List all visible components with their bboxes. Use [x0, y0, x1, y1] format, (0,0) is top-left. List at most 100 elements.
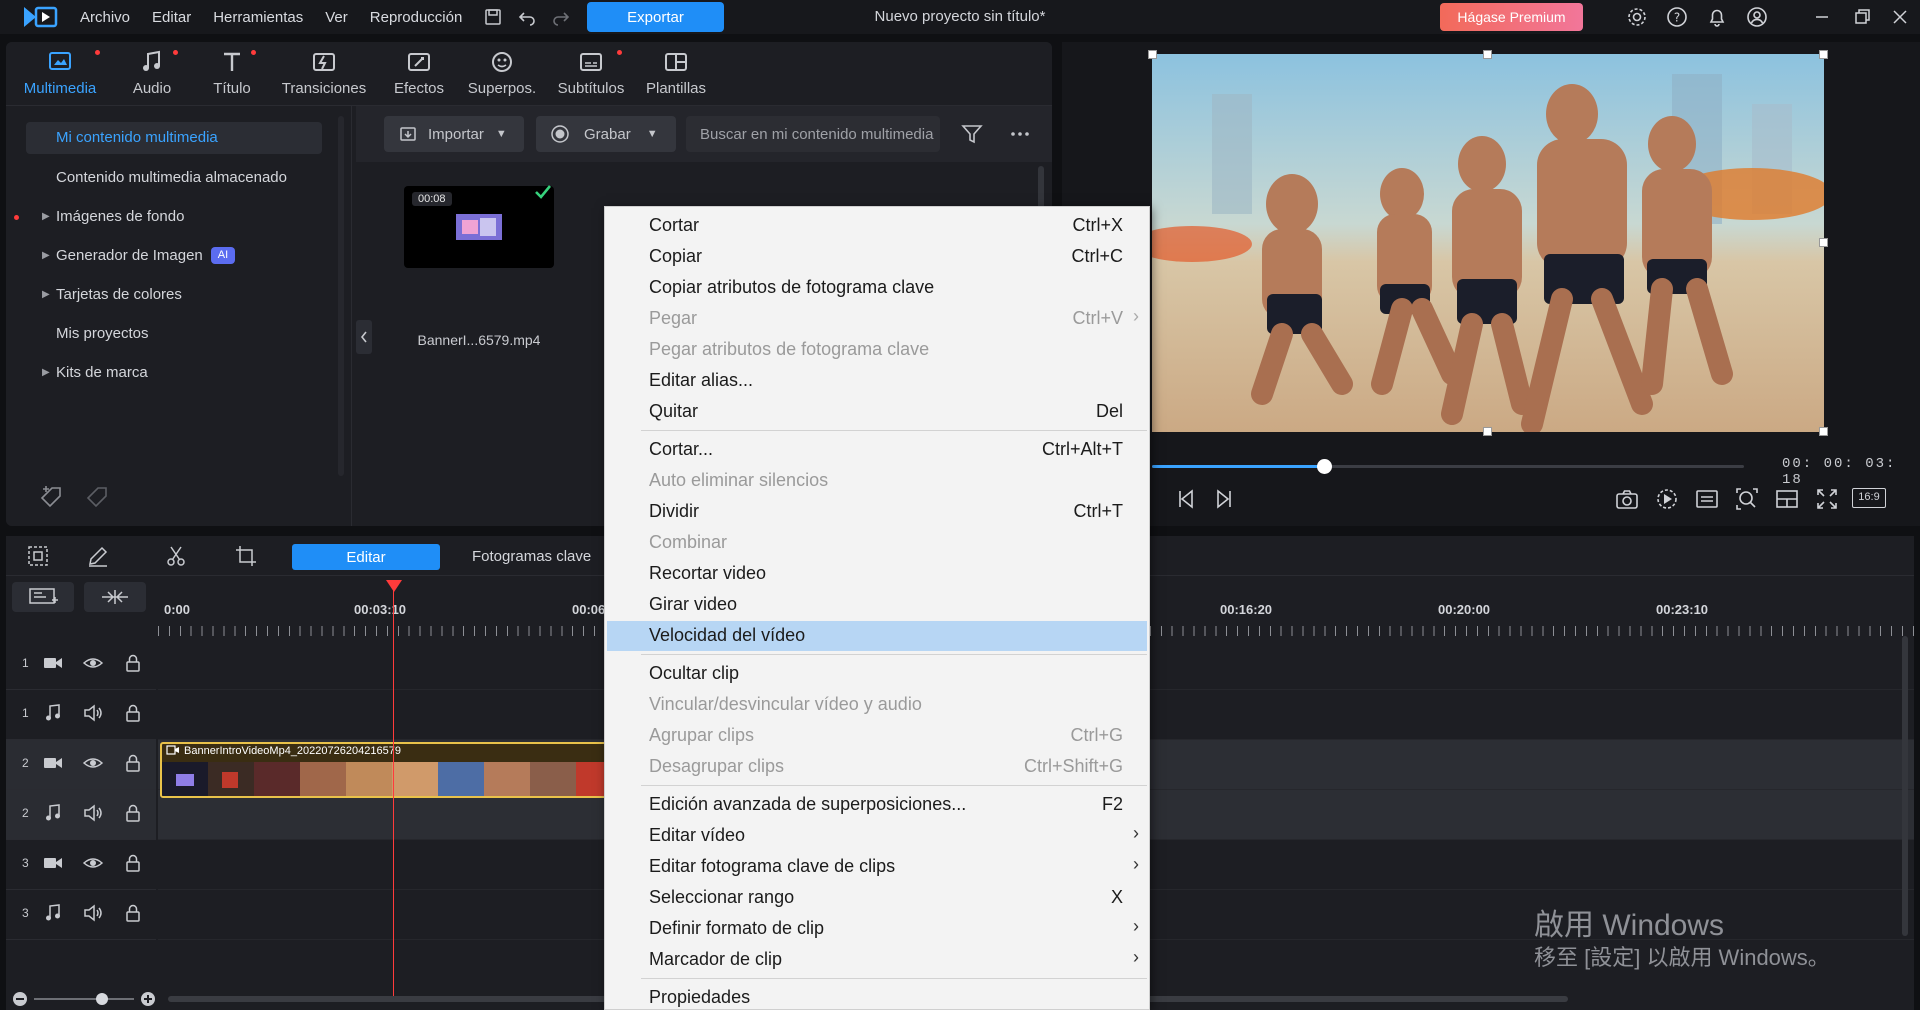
previous-frame-icon[interactable]	[1172, 486, 1198, 512]
tab-efectos[interactable]: Efectos	[380, 48, 458, 102]
playback-seek-bar[interactable]	[1152, 459, 1744, 474]
sidebar-item-imagenes-fondo[interactable]: ▶ Imágenes de fondo	[14, 201, 322, 233]
menu-item-editar-video[interactable]: Editar vídeo ›	[607, 821, 1147, 851]
speaker-volume-icon[interactable]	[82, 802, 104, 824]
subtitle-display-icon[interactable]	[1694, 486, 1720, 512]
layout-grid-icon[interactable]	[1774, 486, 1800, 512]
resize-handle[interactable]	[1483, 427, 1492, 436]
timeline-video-clip[interactable]: BannerIntroVideoMp4_20220726204216579	[160, 742, 620, 798]
menu-item-vincular-audio[interactable]: Vincular/desvincular vídeo y audio	[607, 690, 1147, 720]
tab-titulo[interactable]: Título	[198, 48, 266, 102]
tab-subtitulos[interactable]: Subtítulos	[550, 48, 632, 102]
aspect-ratio-button[interactable]: 16:9	[1852, 488, 1886, 508]
resize-handle[interactable]	[1819, 50, 1828, 59]
redo-icon[interactable]	[550, 6, 572, 28]
minimize-window-icon[interactable]	[1812, 7, 1832, 27]
seek-knob[interactable]	[1316, 459, 1332, 474]
notification-bell-icon[interactable]	[1706, 6, 1728, 28]
sidebar-item-mis-proyectos[interactable]: Mis proyectos	[26, 318, 322, 350]
save-icon[interactable]	[482, 6, 504, 28]
menu-item-editar-alias[interactable]: Editar alias...	[607, 366, 1147, 396]
expand-arrow-icon[interactable]: ▶	[42, 279, 50, 311]
track-manager-button[interactable]	[12, 582, 74, 612]
zoom-out-icon[interactable]	[12, 991, 28, 1007]
snapshot-camera-icon[interactable]	[1614, 486, 1640, 512]
zoom-in-icon[interactable]	[140, 991, 156, 1007]
filter-icon[interactable]	[960, 122, 984, 146]
edit-button[interactable]: Editar	[292, 544, 440, 570]
zoom-preview-icon[interactable]	[1734, 486, 1760, 512]
next-frame-icon[interactable]	[1212, 486, 1238, 512]
sidebar-item-mi-contenido[interactable]: Mi contenido multimedia	[26, 122, 322, 154]
zoom-slider-knob[interactable]	[96, 993, 108, 1005]
resize-handle[interactable]	[1819, 427, 1828, 436]
menu-item-marcador-clip[interactable]: Marcador de clip ›	[607, 945, 1147, 975]
import-button[interactable]: Importar ▼	[384, 116, 524, 152]
snap-button[interactable]	[84, 582, 146, 612]
resize-handle[interactable]	[1483, 50, 1492, 59]
video-preview[interactable]	[1152, 54, 1824, 432]
settings-gear-icon[interactable]	[1626, 6, 1648, 28]
menu-item-quitar[interactable]: Quitar Del	[607, 397, 1147, 427]
menu-item-cortar-rango[interactable]: Cortar... Ctrl+Alt+T	[607, 435, 1147, 465]
tab-audio[interactable]: Audio	[116, 48, 188, 102]
playhead-line[interactable]	[393, 581, 394, 1001]
search-input[interactable]	[686, 116, 940, 152]
lock-icon[interactable]	[122, 652, 144, 674]
account-avatar-icon[interactable]	[1746, 6, 1768, 28]
menu-item-dividir[interactable]: Dividir Ctrl+T	[607, 497, 1147, 527]
menu-item-agrupar-clips[interactable]: Agrupar clips Ctrl+G	[607, 721, 1147, 751]
help-icon[interactable]: ?	[1666, 6, 1688, 28]
menu-archivo[interactable]: Archivo	[80, 9, 130, 26]
visibility-eye-icon[interactable]	[82, 652, 104, 674]
menu-editar[interactable]: Editar	[152, 9, 191, 26]
timeline-vertical-scrollbar[interactable]	[1902, 636, 1908, 936]
playhead-marker[interactable]	[386, 580, 402, 592]
menu-item-editar-fotograma-clave[interactable]: Editar fotograma clave de clips ›	[607, 852, 1147, 882]
fullscreen-icon[interactable]	[1814, 486, 1840, 512]
menu-item-edicion-superposiciones[interactable]: Edición avanzada de superposiciones... F2	[607, 790, 1147, 820]
menu-item-ocultar-clip[interactable]: Ocultar clip	[607, 659, 1147, 689]
expand-arrow-icon[interactable]: ▶	[42, 201, 50, 233]
close-window-icon[interactable]	[1890, 7, 1910, 27]
scissors-icon[interactable]	[164, 544, 188, 568]
menu-item-velocidad-video[interactable]: Velocidad del vídeo	[607, 621, 1147, 651]
menu-item-seleccionar-rango[interactable]: Seleccionar rango X	[607, 883, 1147, 913]
remove-tag-icon[interactable]	[84, 484, 110, 510]
tab-plantillas[interactable]: Plantillas	[638, 48, 714, 102]
menu-item-pegar-atributos[interactable]: Pegar atributos de fotograma clave	[607, 335, 1147, 365]
sidebar-item-tarjetas-colores[interactable]: ▶ Tarjetas de colores	[26, 279, 322, 311]
lock-icon[interactable]	[122, 852, 144, 874]
media-clip-thumbnail[interactable]: 00:08	[404, 185, 554, 268]
lock-icon[interactable]	[122, 902, 144, 924]
menu-herramientas[interactable]: Herramientas	[213, 9, 303, 26]
lock-icon[interactable]	[122, 752, 144, 774]
tab-superpos[interactable]: Superpos.	[462, 48, 542, 102]
visibility-eye-icon[interactable]	[82, 752, 104, 774]
pen-tool-icon[interactable]	[86, 544, 110, 568]
premium-button[interactable]: Hágase Premium	[1440, 3, 1583, 31]
expand-arrow-icon[interactable]: ▶	[42, 357, 50, 389]
lock-icon[interactable]	[122, 802, 144, 824]
menu-reproduccion[interactable]: Reproducción	[370, 9, 463, 26]
menu-item-auto-eliminar-silencios[interactable]: Auto eliminar silencios	[607, 466, 1147, 496]
sidebar-item-kits-marca[interactable]: ▶ Kits de marca	[26, 357, 322, 389]
menu-ver[interactable]: Ver	[325, 9, 348, 26]
playback-quality-icon[interactable]	[1654, 486, 1680, 512]
record-button[interactable]: Grabar ▼	[536, 116, 676, 152]
expand-arrow-icon[interactable]: ▶	[42, 240, 50, 272]
menu-item-pegar[interactable]: Pegar Ctrl+V ›	[607, 304, 1147, 334]
restore-window-icon[interactable]	[1852, 7, 1872, 27]
menu-item-cortar[interactable]: Cortar Ctrl+X	[607, 211, 1147, 241]
menu-item-combinar[interactable]: Combinar	[607, 528, 1147, 558]
tab-multimedia[interactable]: Multimedia	[10, 48, 110, 102]
resize-handle[interactable]	[1148, 50, 1157, 59]
resize-handle[interactable]	[1819, 238, 1828, 247]
undo-icon[interactable]	[516, 6, 538, 28]
speaker-volume-icon[interactable]	[82, 702, 104, 724]
visibility-eye-icon[interactable]	[82, 852, 104, 874]
menu-item-copiar-atributos[interactable]: Copiar atributos de fotograma clave	[607, 273, 1147, 303]
add-tag-icon[interactable]	[38, 484, 64, 510]
tab-transiciones[interactable]: Transiciones	[274, 48, 374, 102]
keyframes-tab[interactable]: Fotogramas clave	[472, 544, 591, 570]
